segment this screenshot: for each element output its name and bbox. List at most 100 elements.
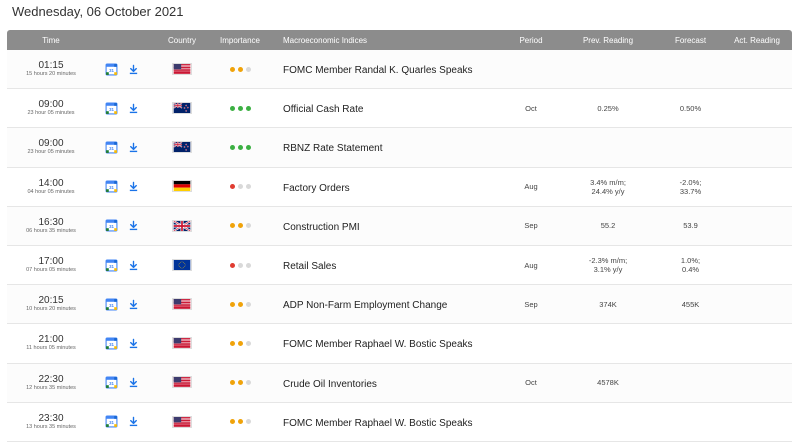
table-row[interactable]: 20:15 10 hours 20 minutes 31 ADP Non-Farm E…	[7, 285, 792, 325]
event-time: 09:00	[38, 99, 64, 111]
event-time: 17:00	[38, 256, 64, 268]
event-time: 22:30	[38, 373, 64, 385]
download-icon[interactable]	[128, 181, 139, 192]
country-cell	[157, 217, 207, 235]
download-icon[interactable]	[128, 260, 139, 271]
prev-reading-cell: 3.4% m/m; 24.4% y/y	[557, 178, 659, 196]
table-row[interactable]: 09:00 23 hour 05 minutes 31 Official Cash R…	[7, 89, 792, 129]
table-row[interactable]: 09:00 23 hour 05 minutes 31 RBNZ Rate State…	[7, 128, 792, 168]
event-time: 16:30	[38, 216, 64, 228]
importance-dot	[229, 340, 235, 346]
indicator-name[interactable]: ADP Non-Farm Employment Change	[283, 300, 447, 311]
importance-indicator	[229, 340, 251, 346]
download-icon[interactable]	[128, 220, 139, 231]
indicator-name[interactable]: FOMC Member Raphael W. Bostic Speaks	[283, 339, 473, 350]
indicator-name[interactable]: FOMC Member Raphael W. Bostic Speaks	[283, 418, 473, 429]
time-cell: 20:15 10 hours 20 minutes	[7, 295, 95, 313]
svg-text:31: 31	[109, 420, 114, 425]
google-calendar-icon[interactable]: 31	[105, 219, 118, 232]
importance-indicator	[229, 144, 251, 150]
google-calendar-icon[interactable]: 31	[105, 102, 118, 115]
header-country: Country	[167, 35, 196, 45]
google-calendar-icon[interactable]: 31	[105, 298, 118, 311]
importance-dot	[237, 105, 243, 111]
importance-dot	[245, 419, 251, 425]
time-until: 13 hours 35 minutes	[26, 423, 76, 430]
download-icon[interactable]	[128, 103, 139, 114]
download-icon[interactable]	[128, 142, 139, 153]
download-icon[interactable]	[128, 338, 139, 349]
importance-dot	[229, 144, 235, 150]
header-importance: Importance	[219, 35, 261, 45]
svg-text:31: 31	[109, 264, 114, 269]
prev-reading-line1: 3.4% m/m;	[590, 177, 626, 187]
uk-flag-icon	[172, 219, 192, 232]
importance-dot	[237, 223, 243, 229]
indicator-name[interactable]: Retail Sales	[283, 261, 336, 272]
google-calendar-icon[interactable]: 31	[105, 180, 118, 193]
indicator-cell: FOMC Member Randal K. Quarles Speaks	[273, 60, 505, 78]
download-icon[interactable]	[128, 377, 139, 388]
indicator-cell: FOMC Member Raphael W. Bostic Speaks	[273, 413, 505, 431]
table-row[interactable]: 14:00 04 hour 05 minutes 31 Factory Orders A…	[7, 167, 792, 207]
importance-cell	[207, 184, 273, 190]
importance-dot	[245, 223, 251, 229]
us-flag-icon	[172, 297, 192, 310]
svg-text:31: 31	[109, 342, 114, 347]
table-row[interactable]: 23:30 13 hours 35 minutes 31 FOMC Member Ra…	[7, 402, 792, 442]
table-row[interactable]: 21:00 11 hours 05 minutes 31 FOMC Member Ra…	[7, 324, 792, 364]
google-calendar-icon[interactable]: 31	[105, 63, 118, 76]
importance-dot	[245, 301, 251, 307]
indicator-name[interactable]: Factory Orders	[283, 183, 350, 194]
event-time: 14:00	[38, 177, 64, 189]
prev-reading-cell: 374K	[557, 300, 659, 309]
table-row[interactable]: 17:00 07 hours 05 minutes 31 Retail Sales Au…	[7, 245, 792, 286]
importance-indicator	[229, 105, 251, 111]
google-calendar-icon[interactable]: 31	[105, 259, 118, 272]
google-calendar-icon[interactable]: 31	[105, 337, 118, 350]
forecast-line1: 1.0%;	[680, 256, 701, 266]
table-row[interactable]: 01:15 15 hours 20 minutes 31 FOMC Member Ra…	[7, 50, 792, 90]
google-calendar-icon[interactable]: 31	[105, 376, 118, 389]
importance-indicator	[229, 380, 251, 386]
download-icon[interactable]	[128, 299, 139, 310]
table-row[interactable]: 16:30 06 hours 35 minutes 31 Construction P…	[7, 206, 792, 246]
action-icons: 31	[95, 141, 157, 154]
importance-cell	[207, 380, 273, 386]
country-cell	[157, 374, 207, 392]
indicator-cell: Official Cash Rate	[273, 99, 505, 117]
download-icon[interactable]	[128, 64, 139, 75]
indicator-name[interactable]: Crude Oil Inventories	[283, 379, 377, 390]
nz-flag-icon	[172, 102, 192, 115]
importance-dot	[229, 66, 235, 72]
indicator-name[interactable]: Official Cash Rate	[283, 104, 363, 115]
svg-text:31: 31	[109, 107, 114, 112]
header-period: Period	[519, 35, 543, 45]
indicator-name[interactable]: FOMC Member Randal K. Quarles Speaks	[283, 65, 473, 76]
forecast-cell: -2.0%; 33.7%	[659, 178, 722, 196]
action-icons: 31	[95, 415, 157, 428]
prev-reading-line1: 374K	[599, 299, 617, 309]
importance-dot	[237, 66, 243, 72]
importance-dot	[229, 419, 235, 425]
action-icons: 31	[95, 180, 157, 193]
economic-calendar-table: Time Country Importance Macroeconomic In…	[7, 30, 792, 442]
google-calendar-icon[interactable]: 31	[105, 415, 118, 428]
event-time: 01:15	[38, 60, 64, 72]
importance-indicator	[229, 66, 251, 72]
period-cell: Sep	[524, 221, 538, 231]
action-icons: 31	[95, 376, 157, 389]
google-calendar-icon[interactable]: 31	[105, 141, 118, 154]
importance-dot	[229, 223, 235, 229]
indicator-name[interactable]: RBNZ Rate Statement	[283, 143, 382, 154]
prev-reading-line1: 55.2	[600, 221, 616, 231]
importance-dot	[237, 262, 243, 268]
action-icons: 31	[95, 102, 157, 115]
download-icon[interactable]	[128, 416, 139, 427]
time-cell: 17:00 07 hours 05 minutes	[7, 256, 95, 274]
time-cell: 23:30 13 hours 35 minutes	[7, 413, 95, 431]
time-cell: 09:00 23 hour 05 minutes	[7, 138, 95, 156]
prev-reading-line1: -2.3% m/m;	[588, 256, 628, 266]
indicator-name[interactable]: Construction PMI	[283, 222, 360, 233]
table-row[interactable]: 22:30 12 hours 35 minutes 31 Crude Oil Inve…	[7, 363, 792, 403]
